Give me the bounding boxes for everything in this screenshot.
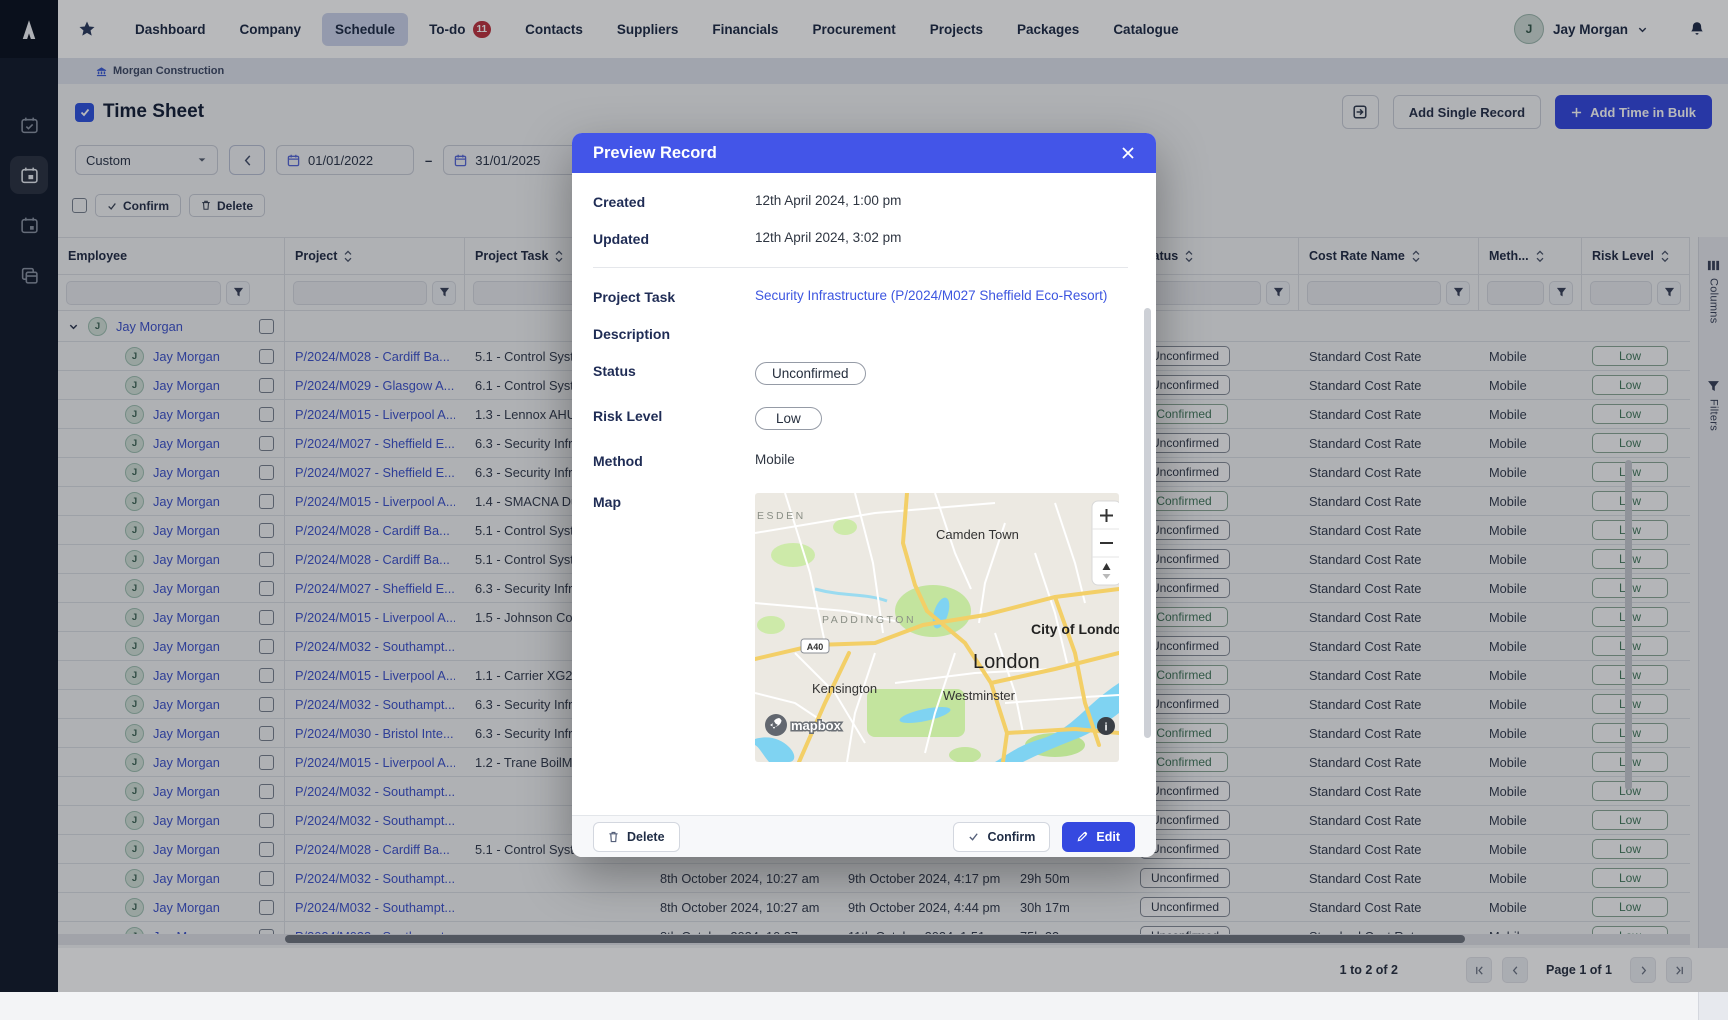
map-label-willesden: ESDEN [757,510,806,522]
status-label: Status [593,362,755,379]
status-badge: Unconfirmed [755,362,866,385]
updated-value: 12th April 2024, 3:02 pm [755,230,901,245]
modal-delete-button[interactable]: Delete [593,822,680,852]
modal-title: Preview Record [593,144,717,163]
modal-header: Preview Record [572,133,1156,173]
map-label-westminster: Westminster [943,688,1016,703]
map-label-paddington: PADDINGTON [822,614,916,626]
created-value: 12th April 2024, 1:00 pm [755,193,901,208]
modal-divider [593,267,1128,268]
svg-text:i: i [1104,722,1107,734]
description-label: Description [593,325,755,342]
updated-label: Updated [593,230,755,247]
location-map[interactable]: A40 ESDEN Camden Town PADDINGTON City of… [755,493,1119,762]
map-label-camden: Camden Town [936,527,1019,542]
method-label: Method [593,452,755,469]
preview-record-modal: Preview Record Created 12th April 2024, … [572,133,1156,857]
modal-confirm-label: Confirm [987,830,1035,844]
method-value: Mobile [755,452,795,467]
created-label: Created [593,193,755,210]
map-zoom-controls[interactable] [1092,501,1119,585]
project-task-link[interactable]: Security Infrastructure (P/2024/M027 She… [755,288,1107,303]
modal-confirm-button[interactable]: Confirm [953,822,1050,852]
mapbox-wordmark: mapbox [791,718,842,733]
mapbox-logo: mapbox [765,714,842,736]
map-road-a40: A40 [807,642,824,652]
check-icon [968,831,979,842]
trash-icon [608,831,619,843]
modal-edit-label: Edit [1096,830,1120,844]
modal-footer: Delete Confirm Edit [572,815,1156,857]
map-label-city-of-london: City of Londo [1031,621,1119,637]
modal-close-button[interactable] [1116,141,1140,165]
map-label-kensington: Kensington [812,681,877,696]
map-info-button[interactable]: i [1097,717,1115,735]
risk-level-label: Risk Level [593,407,755,424]
modal-body: Created 12th April 2024, 1:00 pm Updated… [572,173,1156,815]
modal-scrollbar[interactable] [1144,308,1151,738]
project-task-label: Project Task [593,288,755,305]
map-label-london: London [973,651,1040,673]
modal-delete-label: Delete [627,830,665,844]
map-label: Map [593,493,755,510]
modal-edit-button[interactable]: Edit [1062,822,1135,852]
pencil-icon [1077,831,1088,842]
close-icon [1121,146,1135,160]
risk-level-badge: Low [755,407,822,430]
